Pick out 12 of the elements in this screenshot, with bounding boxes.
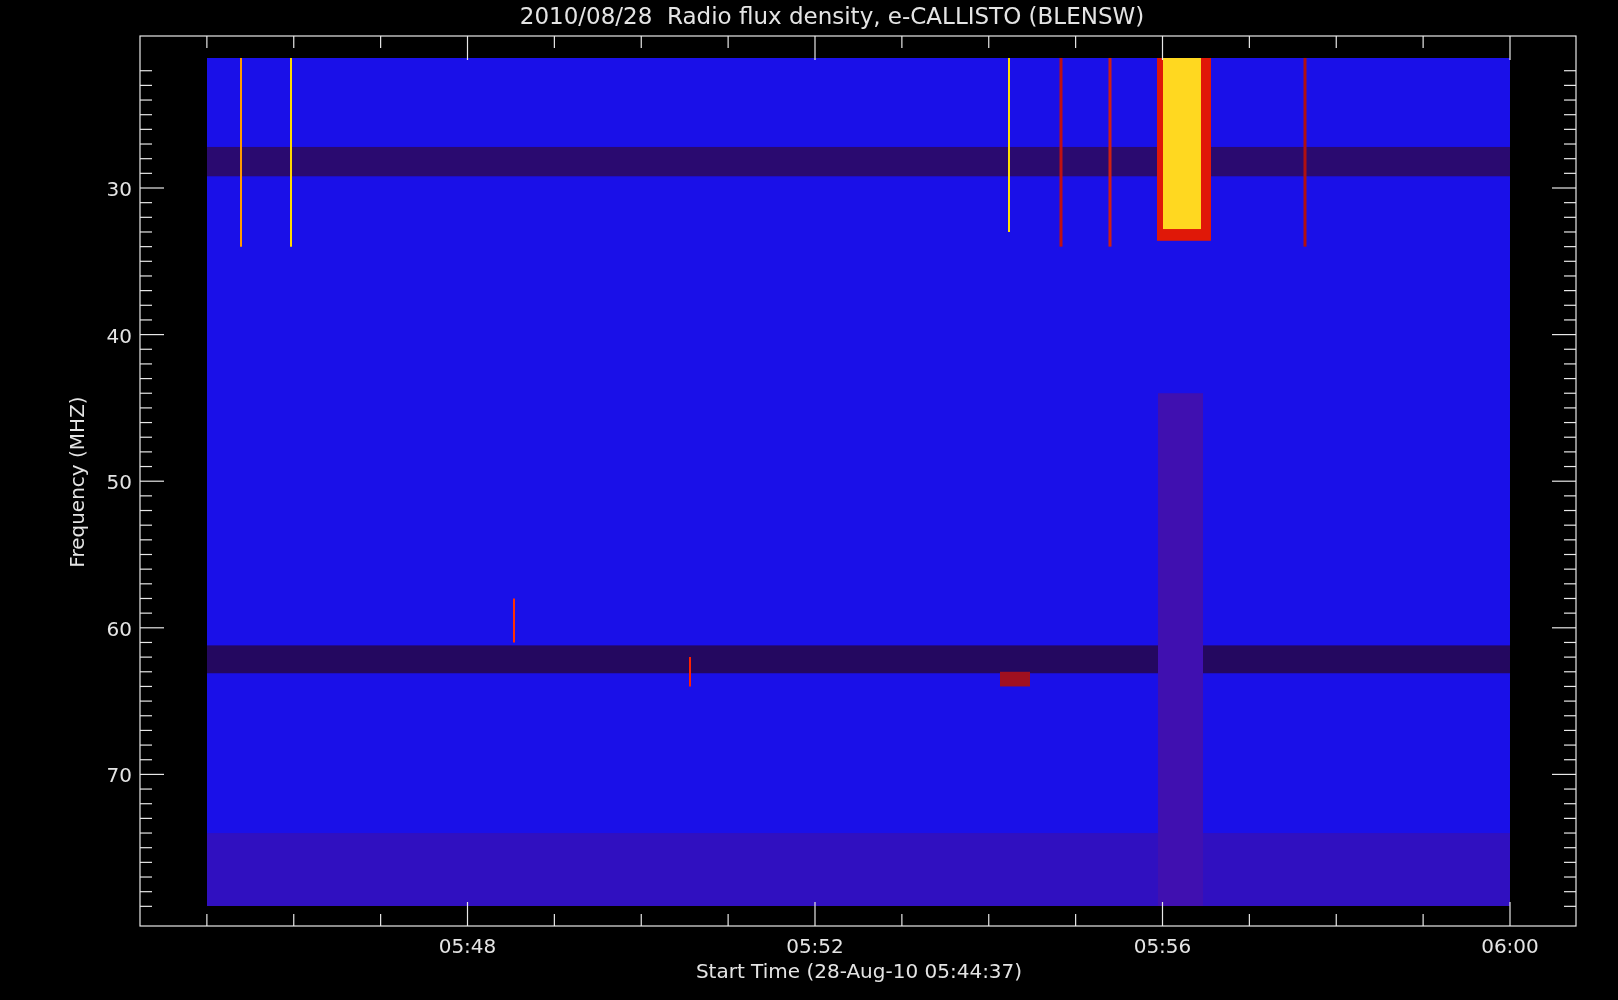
x-axis-title: Start Time (28-Aug-10 05:44:37) [695, 959, 1023, 983]
x-tick-label: 05:48 [438, 934, 497, 958]
y-axis-title: Frequency (MHZ) [65, 396, 89, 568]
y-tick-label: 30 [106, 177, 132, 201]
x-tick-label: 05:56 [1133, 934, 1192, 958]
y-tick-label: 70 [106, 763, 132, 788]
x-tick-label: 05:52 [786, 934, 844, 958]
y-tick-label: 40 [106, 323, 132, 348]
x-tick-label: 06:00 [1481, 934, 1539, 958]
chart-title: 2010/08/28 Radio flux density, e-CALLISTO (BLENSW) [519, 3, 1145, 29]
y-tick-label: 50 [106, 470, 132, 495]
y-tick-label: 60 [106, 616, 132, 641]
